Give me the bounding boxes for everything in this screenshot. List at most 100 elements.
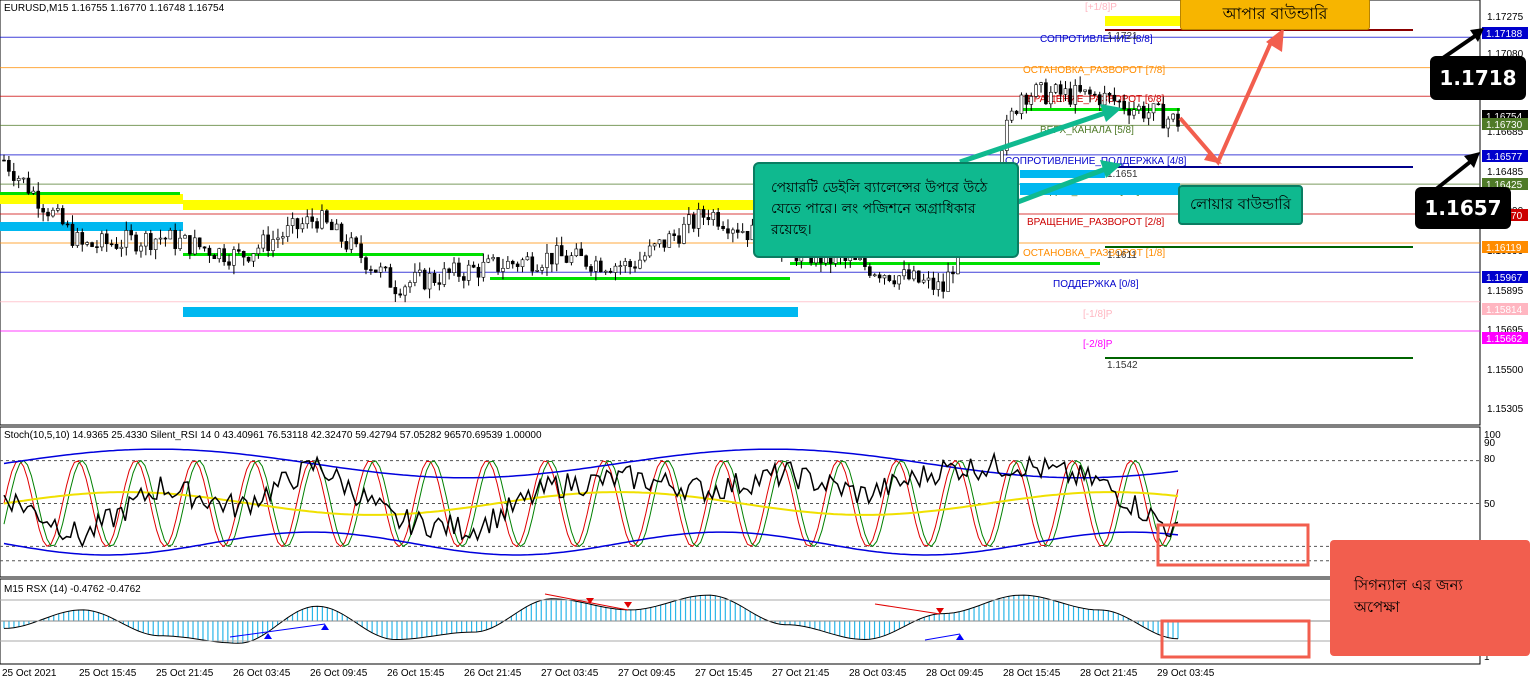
price-1657-box: 1.1657	[1415, 187, 1511, 229]
time-label: 27 Oct 09:45	[618, 668, 676, 679]
candle-body	[1171, 113, 1175, 120]
candle-body	[711, 212, 716, 220]
candle-body	[608, 270, 613, 273]
candle-body	[515, 263, 520, 267]
time-label: 25 Oct 2021	[2, 668, 57, 679]
candle-body	[153, 238, 158, 250]
candle-body	[1053, 84, 1058, 93]
time-label: 25 Oct 15:45	[79, 668, 137, 679]
candle-body	[80, 232, 85, 245]
candle-body	[192, 237, 197, 255]
candle-body	[554, 245, 559, 265]
murrey-label: ВРАЩЕНИЕ_РАЗВОРОТ [2/8]	[1027, 217, 1165, 228]
candle-body	[1122, 100, 1126, 110]
candle-body	[691, 214, 696, 229]
candle-body	[1063, 88, 1068, 95]
candle-body	[545, 252, 549, 268]
candle-body	[1078, 85, 1082, 92]
price-badge-text: 1.16577	[1486, 152, 1523, 163]
candle-body	[21, 177, 26, 180]
time-label: 27 Oct 15:45	[695, 668, 753, 679]
candle-body	[417, 269, 422, 273]
candle-body	[403, 286, 407, 296]
candle-body	[227, 261, 231, 266]
candle-body	[188, 235, 192, 255]
zone-band	[183, 253, 483, 256]
time-label: 28 Oct 03:45	[849, 668, 907, 679]
candle-body	[662, 239, 667, 248]
candle-body	[912, 270, 916, 280]
candle-body	[183, 235, 187, 239]
candle-body	[496, 257, 500, 272]
candle-body	[701, 209, 706, 218]
candle-body	[921, 279, 926, 283]
candle-body	[1024, 94, 1029, 105]
candle-body	[907, 269, 911, 280]
candle-body	[481, 261, 486, 278]
candle-body	[408, 282, 412, 288]
candle-body	[1166, 118, 1171, 129]
candle-body	[628, 261, 632, 268]
zone-band	[0, 222, 183, 231]
candle-body	[305, 216, 310, 225]
small-price-label: 1.1721	[1107, 31, 1138, 42]
candle-body	[16, 178, 21, 181]
candle-body	[618, 265, 623, 267]
candle-body	[462, 276, 466, 281]
candle-body	[271, 239, 275, 251]
upper-boundary-label: আপার বাউন্ডারি	[1180, 0, 1370, 30]
price-tick: 1.15305	[1487, 404, 1524, 415]
candle-body	[11, 171, 16, 181]
candle-body	[1034, 84, 1038, 97]
candle-body	[476, 266, 481, 278]
candle-body	[1102, 92, 1107, 106]
candle-body	[872, 274, 877, 277]
lower-boundary-text: লোয়ার বাউন্ডারি	[1189, 194, 1292, 213]
wait-signal-text: সিগন্যাল এর জন্য অপেক্ষা	[1354, 576, 1463, 616]
candle-body	[1088, 89, 1092, 95]
candle-body	[887, 275, 892, 281]
candle-body	[295, 218, 300, 230]
zone-band	[490, 277, 790, 280]
candle-body	[687, 214, 691, 225]
candle-body	[501, 267, 505, 272]
price-tick: 1.15895	[1487, 286, 1524, 297]
time-label: 26 Oct 03:45	[233, 668, 291, 679]
candle-body	[452, 262, 456, 273]
stoch-tick: 50	[1484, 499, 1496, 510]
price-badge-text: 1.16730	[1486, 120, 1523, 131]
price-tick: 1.16485	[1487, 167, 1524, 178]
time-label: 28 Oct 21:45	[1080, 668, 1138, 679]
candle-body	[217, 248, 222, 260]
candle-body	[344, 241, 349, 250]
candle-body	[359, 243, 363, 258]
candle-body	[623, 261, 628, 266]
candle-body	[1151, 103, 1156, 114]
candle-body	[56, 208, 60, 211]
candle-body	[90, 242, 94, 247]
candle-body	[246, 256, 251, 262]
main-note-text: পেয়ারটি ডেইলি ব্যালেন্সের উপরে উঠে যেতে…	[771, 180, 988, 238]
candle-body	[237, 249, 241, 252]
candle-body	[677, 235, 681, 244]
mt4-chart[interactable]: [+1/8]PСОПРОТИВЛЕНИЕ [8/8]ОСТАНОВКА_РАЗВ…	[0, 0, 1532, 683]
candle-body	[119, 246, 124, 249]
candle-body	[1097, 94, 1102, 106]
candle-body	[173, 230, 178, 249]
candle-body	[540, 267, 544, 271]
candle-body	[1029, 96, 1034, 105]
candle-body	[863, 258, 867, 267]
price-1718-text: 1.1718	[1439, 66, 1517, 90]
candle-body	[941, 281, 946, 292]
candle-body	[129, 230, 133, 236]
candle-body	[520, 259, 525, 267]
candle-body	[276, 237, 280, 240]
stoch-title: Stoch(10,5,10) 14.9365 25.4330 Silent_RS…	[4, 430, 542, 441]
candle-body	[584, 255, 588, 267]
candle-body	[643, 255, 647, 261]
candle-body	[266, 234, 270, 251]
candle-body	[706, 217, 711, 220]
candle-body	[51, 209, 55, 217]
candle-body	[657, 239, 662, 245]
candle-body	[613, 265, 618, 273]
